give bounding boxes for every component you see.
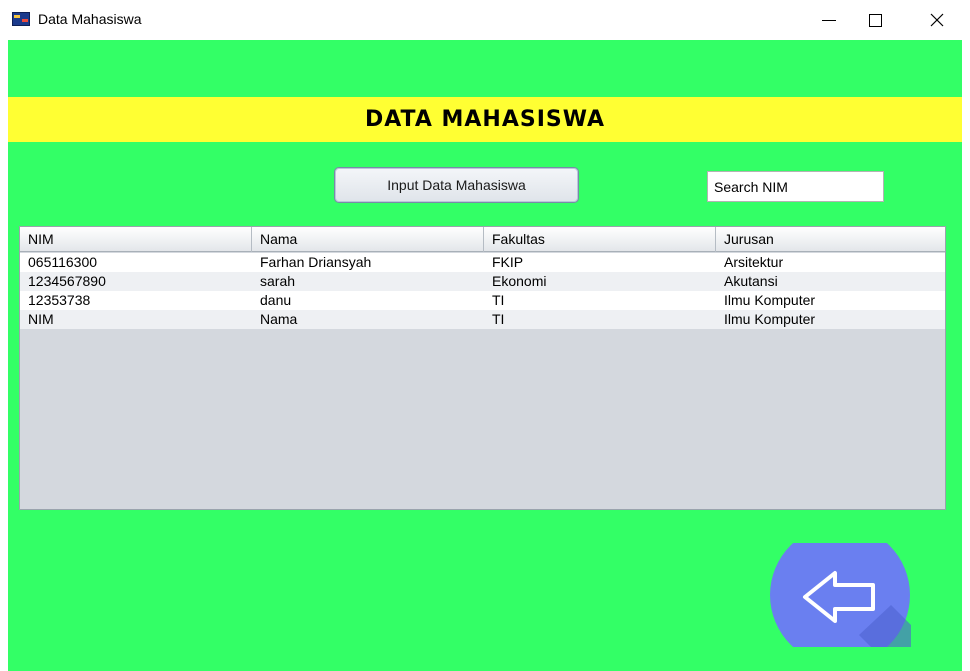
cell-fakultas: TI: [492, 311, 505, 327]
back-button-graphic: [770, 525, 911, 665]
cell-nama: danu: [260, 292, 292, 308]
cell-nim: 065116300: [28, 254, 98, 270]
minimize-icon: [822, 19, 836, 21]
column-header-jurusan[interactable]: Jurusan: [716, 227, 945, 252]
maximize-icon: [868, 13, 882, 27]
close-button[interactable]: [914, 0, 960, 40]
cell-jurusan: Ilmu Komputer: [724, 292, 816, 308]
cell-nama: sarah: [260, 273, 296, 289]
cell-fakultas: Ekonomi: [492, 273, 547, 289]
cell-jurusan: Ilmu Komputer: [724, 311, 816, 327]
header-banner: DATA MAHASISWA: [8, 97, 962, 142]
window-title: Data Mahasiswa: [38, 11, 142, 27]
table-body: 065116300 Farhan Driansyah FKIP Arsitekt…: [20, 253, 945, 329]
main-panel: DATA MAHASISWA Input Data Mahasiswa NIM …: [8, 40, 962, 671]
cell-nama: Farhan Driansyah: [260, 254, 372, 270]
minimize-button[interactable]: [806, 0, 852, 40]
input-data-mahasiswa-button[interactable]: Input Data Mahasiswa: [334, 167, 579, 203]
column-header-nama[interactable]: Nama: [252, 227, 484, 252]
back-button[interactable]: [769, 525, 911, 665]
cell-fakultas: FKIP: [492, 254, 524, 270]
title-bar: Data Mahasiswa: [0, 0, 970, 40]
mahasiswa-table: NIM Nama Fakultas Jurusan 065116300 Farh…: [19, 226, 946, 510]
table-row[interactable]: 12353738 danu TI Ilmu Komputer: [20, 291, 945, 310]
cell-nim: NIM: [28, 311, 54, 327]
search-nim-input[interactable]: [707, 171, 884, 202]
table-header: NIM Nama Fakultas Jurusan: [20, 227, 945, 252]
cell-nim: 12353738: [28, 292, 91, 308]
cell-nim: 1234567890: [28, 273, 106, 289]
close-icon: [930, 13, 944, 27]
column-header-fakultas[interactable]: Fakultas: [484, 227, 716, 252]
maximize-button[interactable]: [852, 0, 898, 40]
cell-jurusan: Arsitektur: [724, 254, 784, 270]
cell-jurusan: Akutansi: [724, 273, 778, 289]
cell-fakultas: TI: [492, 292, 505, 308]
column-header-nim[interactable]: NIM: [20, 227, 252, 252]
page-title: DATA MAHASISWA: [364, 107, 606, 132]
table-row[interactable]: 065116300 Farhan Driansyah FKIP Arsitekt…: [20, 253, 945, 272]
cell-nama: Nama: [260, 311, 298, 327]
table-row[interactable]: 1234567890 sarah Ekonomi Akutansi: [20, 272, 945, 291]
table-row[interactable]: NIM Nama TI Ilmu Komputer: [20, 310, 945, 329]
app-icon: [12, 12, 30, 26]
